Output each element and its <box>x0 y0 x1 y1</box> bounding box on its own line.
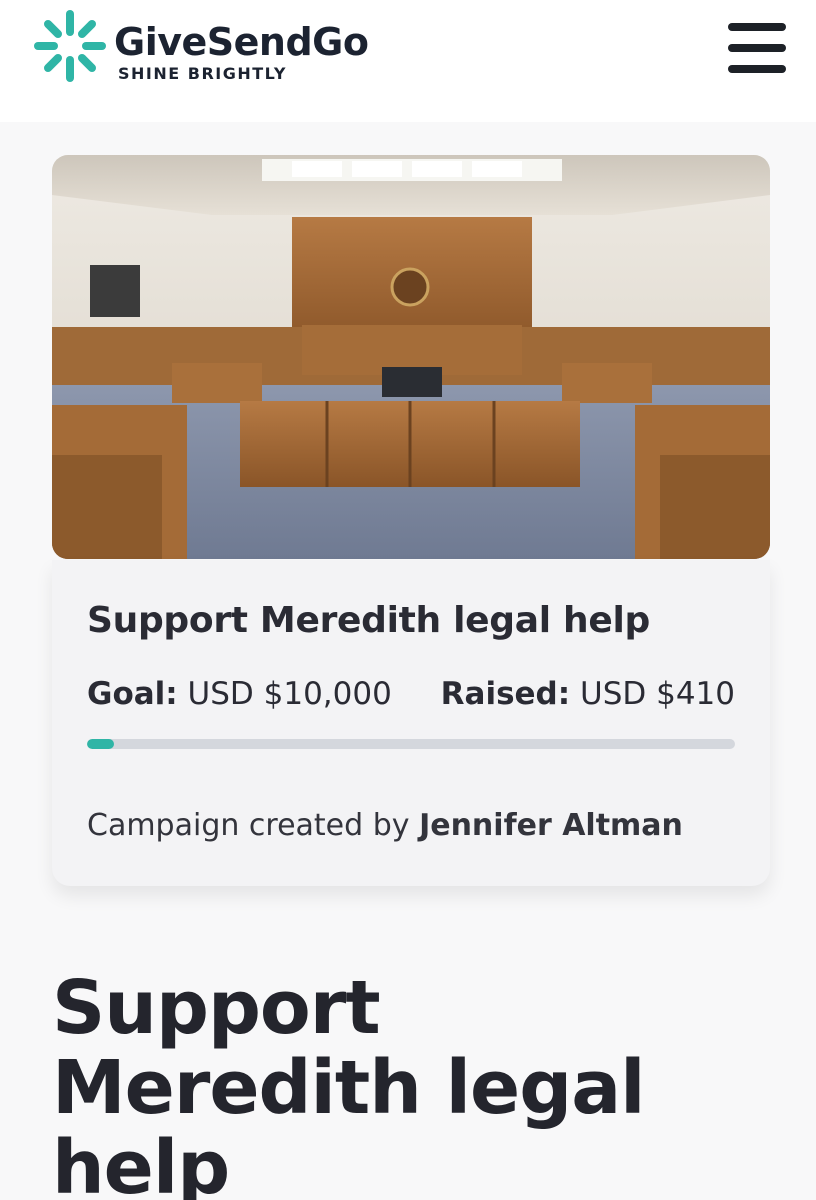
goal-amount: Goal: USD $10,000 <box>87 676 392 712</box>
goal-value: USD $10,000 <box>187 676 392 712</box>
hamburger-menu-icon[interactable] <box>724 20 790 76</box>
creator-name-link[interactable]: Jennifer Altman <box>419 808 683 843</box>
courtroom-image <box>52 155 770 559</box>
progress-fill <box>87 739 114 749</box>
brand-text: GiveSendGo SHINE BRIGHTLY <box>114 20 434 83</box>
site-header: GiveSendGo SHINE BRIGHTLY <box>0 0 816 122</box>
page-title: Support Meredith legal help <box>52 965 646 1200</box>
brand-tagline: SHINE BRIGHTLY <box>118 64 287 83</box>
campaign-summary-card: Support Meredith legal help Goal: USD $1… <box>52 560 770 886</box>
campaign-image <box>52 155 770 559</box>
raised-label: Raised: <box>440 676 571 712</box>
brand-logo[interactable]: GiveSendGo SHINE BRIGHTLY <box>32 6 369 86</box>
menu-bar <box>728 23 786 31</box>
goal-label: Goal: <box>87 676 178 712</box>
menu-bar <box>728 44 786 52</box>
campaign-creator: Campaign created by Jennifer Altman <box>87 808 683 843</box>
creator-prefix: Campaign created by <box>87 808 410 843</box>
raised-amount: Raised: USD $410 <box>441 676 735 712</box>
raised-value: USD $410 <box>580 676 735 712</box>
brand-name: GiveSendGo <box>114 20 369 64</box>
campaign-title[interactable]: Support Meredith legal help <box>87 600 747 641</box>
menu-bar <box>728 65 786 73</box>
funding-progress-bar <box>87 739 735 749</box>
starburst-logo-icon <box>34 10 106 82</box>
